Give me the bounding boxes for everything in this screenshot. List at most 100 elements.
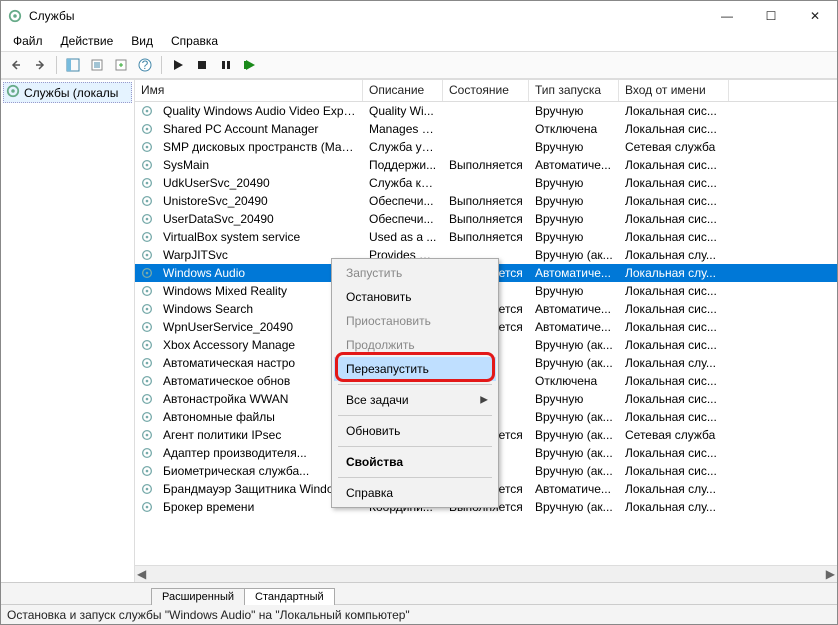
svc-start: Вручную	[529, 104, 619, 118]
tab-standard[interactable]: Стандартный	[244, 588, 335, 605]
gear-icon	[139, 356, 155, 370]
ctx-all-tasks[interactable]: Все задачи▶	[334, 388, 496, 412]
header-state[interactable]: Состояние	[443, 80, 529, 101]
help-button[interactable]: ?	[134, 54, 156, 76]
header-description[interactable]: Описание	[363, 80, 443, 101]
svc-logon: Локальная сис...	[619, 230, 729, 244]
svc-state: Выполняется	[443, 230, 529, 244]
ctx-stop[interactable]: Остановить	[334, 285, 496, 309]
svc-logon: Локальная сис...	[619, 158, 729, 172]
tree-sidebar[interactable]: Службы (локалы	[1, 80, 135, 582]
toolbar-separator	[161, 56, 162, 74]
svc-start: Отключена	[529, 374, 619, 388]
menu-file[interactable]: Файл	[5, 32, 51, 50]
service-row[interactable]: SysMainПоддержи...ВыполняетсяАвтоматиче.…	[135, 156, 837, 174]
svc-logon: Локальная сис...	[619, 338, 729, 352]
stop-service-button[interactable]	[191, 54, 213, 76]
ctx-help[interactable]: Справка	[334, 481, 496, 505]
close-button[interactable]: ✕	[793, 2, 837, 30]
maximize-button[interactable]: ☐	[749, 2, 793, 30]
toolbar: ?	[1, 51, 837, 79]
gear-icon	[139, 392, 155, 406]
forward-button[interactable]	[29, 54, 51, 76]
svc-logon: Локальная сис...	[619, 374, 729, 388]
service-row[interactable]: Quality Windows Audio Video Experi...Qua…	[135, 102, 837, 120]
gear-icon	[139, 464, 155, 478]
gear-icon	[139, 482, 155, 496]
svc-name: UserDataSvc_20490	[157, 212, 363, 226]
horizontal-scrollbar[interactable]: ◀▶	[135, 565, 837, 582]
svc-logon: Локальная сис...	[619, 104, 729, 118]
properties-button[interactable]	[86, 54, 108, 76]
gear-icon	[139, 104, 155, 118]
service-row[interactable]: UnistoreSvc_20490Обеспечи...ВыполняетсяВ…	[135, 192, 837, 210]
export-button[interactable]	[110, 54, 132, 76]
menu-action[interactable]: Действие	[53, 32, 122, 50]
menubar: Файл Действие Вид Справка	[1, 31, 837, 51]
gear-icon	[139, 194, 155, 208]
ctx-properties[interactable]: Свойства	[334, 450, 496, 474]
svc-desc: Used as a ...	[363, 230, 443, 244]
svc-start: Вручную	[529, 176, 619, 190]
ctx-start: Запустить	[334, 261, 496, 285]
menu-view[interactable]: Вид	[123, 32, 161, 50]
service-row[interactable]: VirtualBox system serviceUsed as a ...Вы…	[135, 228, 837, 246]
svc-logon: Локальная слу...	[619, 248, 729, 262]
start-service-button[interactable]	[167, 54, 189, 76]
back-button[interactable]	[5, 54, 27, 76]
tree-node-services-local[interactable]: Службы (локалы	[3, 82, 132, 103]
ctx-separator	[338, 384, 492, 385]
svc-logon: Локальная сис...	[619, 320, 729, 334]
service-row[interactable]: UdkUserSvc_20490Служба ко...ВручнуюЛокал…	[135, 174, 837, 192]
svc-state: Выполняется	[443, 158, 529, 172]
tab-extended[interactable]: Расширенный	[151, 588, 245, 605]
service-row[interactable]: UserDataSvc_20490Обеспечи...ВыполняетсяВ…	[135, 210, 837, 228]
services-window: Службы — ☐ ✕ Файл Действие Вид Справка ?…	[0, 0, 838, 625]
service-row[interactable]: SMP дисковых пространств (Майкр...Служба…	[135, 138, 837, 156]
header-startup[interactable]: Тип запуска	[529, 80, 619, 101]
svc-start: Автоматиче...	[529, 302, 619, 316]
ctx-refresh[interactable]: Обновить	[334, 419, 496, 443]
minimize-button[interactable]: —	[705, 2, 749, 30]
svc-logon: Локальная сис...	[619, 284, 729, 298]
titlebar: Службы — ☐ ✕	[1, 1, 837, 31]
gear-icon	[139, 302, 155, 316]
gear-icon	[139, 122, 155, 136]
window-title: Службы	[29, 9, 705, 23]
ctx-pause: Приостановить	[334, 309, 496, 333]
menu-help[interactable]: Справка	[163, 32, 226, 50]
svc-start: Вручную	[529, 140, 619, 154]
gear-icon	[139, 266, 155, 280]
gear-icon	[139, 248, 155, 262]
pause-service-button[interactable]	[215, 54, 237, 76]
header-name[interactable]: Имя	[135, 80, 363, 101]
svc-logon: Локальная слу...	[619, 482, 729, 496]
ctx-separator	[338, 477, 492, 478]
status-bar: Остановка и запуск службы "Windows Audio…	[1, 604, 837, 624]
gear-icon	[7, 8, 23, 24]
svc-desc: Обеспечи...	[363, 212, 443, 226]
svc-start: Вручную (ак...	[529, 464, 619, 478]
show-hide-tree-button[interactable]	[62, 54, 84, 76]
header-logon[interactable]: Вход от имени	[619, 80, 729, 101]
svc-logon: Сетевая служба	[619, 428, 729, 442]
service-row[interactable]: Shared PC Account ManagerManages p...Отк…	[135, 120, 837, 138]
ctx-restart[interactable]: Перезапустить	[334, 357, 496, 381]
svc-start: Вручную (ак...	[529, 428, 619, 442]
gear-icon	[139, 410, 155, 424]
restart-service-button[interactable]	[239, 54, 261, 76]
toolbar-separator	[56, 56, 57, 74]
svc-start: Вручную	[529, 284, 619, 298]
gear-icon	[6, 84, 20, 101]
svc-name: SysMain	[157, 158, 363, 172]
svc-start: Отключена	[529, 122, 619, 136]
svg-text:?: ?	[142, 58, 149, 72]
svc-logon: Локальная сис...	[619, 410, 729, 424]
svc-start: Вручную	[529, 392, 619, 406]
svc-start: Вручную (ак...	[529, 338, 619, 352]
svc-desc: Поддержи...	[363, 158, 443, 172]
svc-start: Вручную (ак...	[529, 248, 619, 262]
svc-logon: Локальная сис...	[619, 122, 729, 136]
body: Службы (локалы Имя Описание Состояние Ти…	[1, 79, 837, 582]
gear-icon	[139, 428, 155, 442]
